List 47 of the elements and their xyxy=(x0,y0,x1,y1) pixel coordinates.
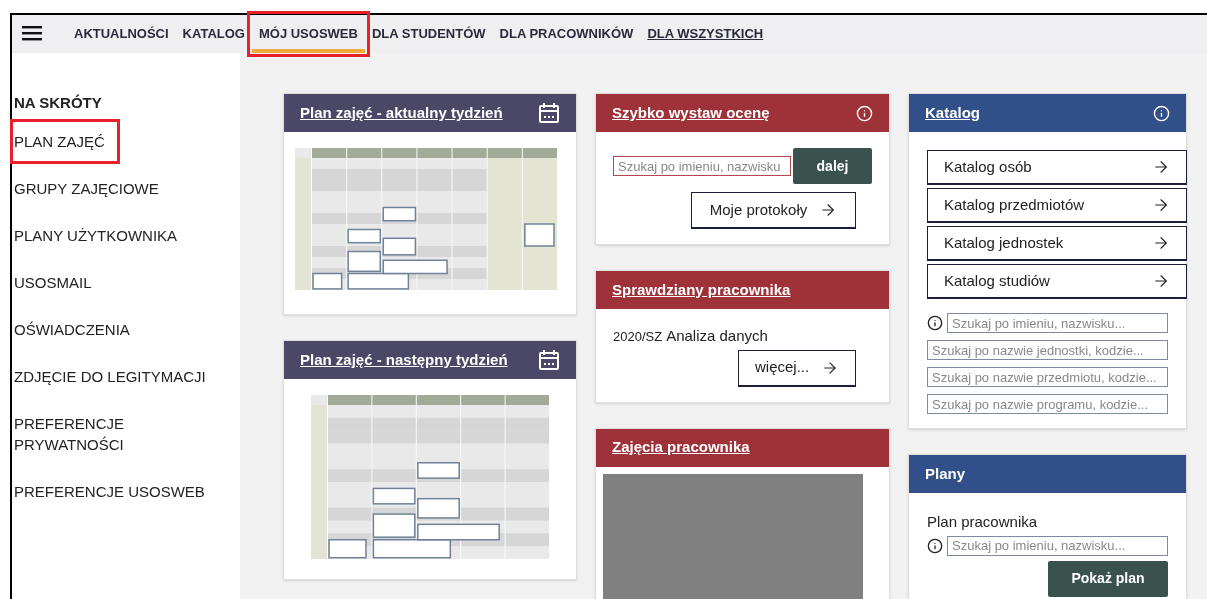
sidebar-link[interactable]: ZDJĘCIE DO LEGITYMACJI xyxy=(10,353,221,399)
link-button[interactable]: Katalog osób xyxy=(927,150,1187,184)
link-button[interactable]: Katalog studiów xyxy=(927,264,1187,298)
search-field[interactable]: Szukaj po nazwie jednostki, kodzie... xyxy=(927,340,1168,360)
search-field[interactable]: Szukaj po imieniu, nazwisku xyxy=(613,156,791,176)
nav-tab[interactable]: DLA WSZYSTKICH xyxy=(640,15,771,53)
info-icon[interactable] xyxy=(927,537,943,554)
sidebar-link[interactable]: USOSMAIL xyxy=(10,259,107,305)
card-title[interactable]: Katalog xyxy=(925,101,980,125)
search-field[interactable]: Szukaj po nazwie przedmiotu, kodzie... xyxy=(927,367,1168,387)
arrow-right-icon xyxy=(1152,196,1170,214)
arrow-right-icon xyxy=(1152,272,1170,290)
calendar-icon xyxy=(538,102,560,124)
arrow-right-icon xyxy=(1152,234,1170,252)
card-title: Plany xyxy=(925,463,966,484)
sidebar-link[interactable]: PREFERENCJE PRYWATNOŚCI xyxy=(10,400,225,467)
link-button[interactable]: Katalog przedmiotów xyxy=(927,188,1187,222)
search-field[interactable]: Szukaj po imieniu, nazwisku... xyxy=(947,313,1168,333)
menu-icon[interactable] xyxy=(22,26,42,41)
sidebar-link[interactable]: OŚWIADCZENIA xyxy=(10,306,145,352)
info-icon[interactable] xyxy=(927,315,943,331)
search-field[interactable]: Szukaj po imieniu, nazwisku... xyxy=(947,535,1168,556)
calendar-icon xyxy=(538,349,560,371)
nav-tab[interactable]: DLA PRACOWNIKÓW xyxy=(492,15,641,53)
link-button[interactable]: Moje protokoły xyxy=(691,192,856,228)
card-title[interactable]: Sprawdziany pracownika xyxy=(612,278,791,302)
plan-label: Plan pracownika xyxy=(927,512,1039,532)
sidebar-heading: NA SKRÓTY xyxy=(14,93,103,113)
nav-tab[interactable]: AKTUALNOŚCI xyxy=(67,15,176,53)
nav-tab[interactable]: KATALOG xyxy=(175,15,252,53)
sidebar-link[interactable]: GRUPY ZAJĘCIOWE xyxy=(10,165,174,211)
search-field[interactable]: Szukaj po nazwie programu, kodzie... xyxy=(927,394,1168,414)
card-title[interactable]: Zajęcia pracownika xyxy=(612,436,750,459)
exam-name: Analiza danych xyxy=(666,326,768,346)
arrow-right-icon xyxy=(1152,158,1170,176)
sidebar-link[interactable]: PLANY UŻYTKOWNIKA xyxy=(10,212,193,258)
sidebar-link[interactable]: PREFERENCJE USOSWEB xyxy=(10,468,220,514)
nav-tab[interactable]: DLA STUDENTÓW xyxy=(364,15,493,53)
link-button[interactable]: więcej... xyxy=(738,349,856,386)
card-title[interactable]: Plan zajęć - aktualny tydzień xyxy=(300,101,503,125)
show-plan-button[interactable]: Pokaż plan xyxy=(1048,560,1168,597)
next-button[interactable]: dalej xyxy=(793,148,872,184)
card-title[interactable]: Plan zajęć - następny tydzień xyxy=(300,348,508,372)
card-title[interactable]: Szybko wystaw ocenę xyxy=(612,101,770,125)
sidebar-link[interactable]: PLAN ZAJĘĆ xyxy=(10,118,120,164)
link-button[interactable]: Katalog jednostek xyxy=(927,226,1187,260)
exam-code: 2020/SZ xyxy=(613,328,663,346)
